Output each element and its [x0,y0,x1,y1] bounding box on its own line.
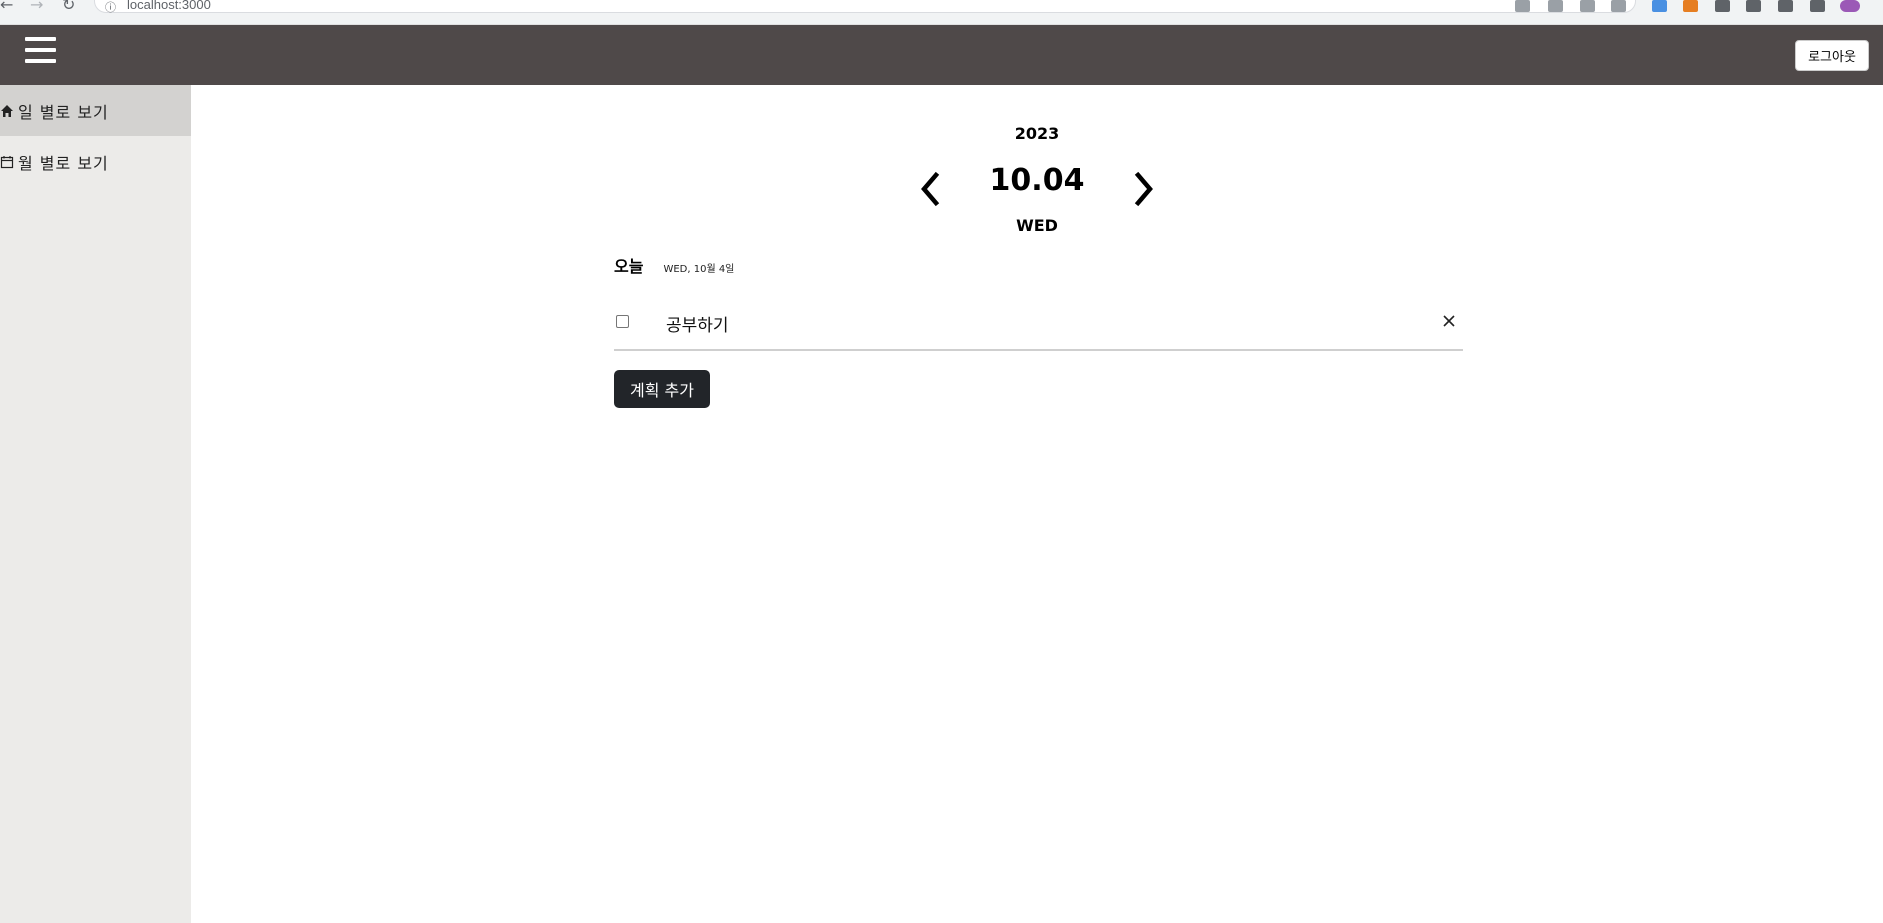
sidebar-item-daily[interactable]: 일 별로 보기 [0,85,191,136]
today-date-sub: WED, 10월 4일 [663,264,735,275]
logout-button[interactable]: 로그아웃 [1795,40,1869,71]
calendar-icon [0,155,14,169]
todo-item: 공부하기 [614,295,1463,351]
sidebar-item-label: 월 별로 보기 [18,153,109,173]
year-label: 2023 [1014,124,1060,143]
sidebar: 일 별로 보기 월 별로 보기 [0,85,191,923]
next-day-button[interactable] [1128,171,1158,207]
date-navigator: 10.04 [191,163,1883,207]
share-icon[interactable] [1580,0,1595,12]
profile-avatar[interactable] [1840,0,1860,12]
close-icon [1443,315,1455,327]
lens-icon[interactable] [1548,0,1563,12]
home-icon [0,104,14,118]
chevron-right-icon [1134,171,1153,207]
site-info-icon[interactable]: ⓘ [105,0,116,15]
add-plan-button[interactable]: 계획 추가 [614,370,710,408]
sidebar-item-monthly[interactable]: 월 별로 보기 [0,136,191,187]
menu-icon[interactable] [25,37,57,67]
app-header: 로그아웃 [0,25,1883,85]
sidepanel-icon[interactable] [1810,0,1825,12]
address-bar[interactable]: ⓘ localhost:3000 [94,0,1636,15]
reload-icon[interactable]: ↻ [62,0,75,14]
extension-icon[interactable] [1715,0,1730,12]
current-date: 10.04 [989,163,1085,198]
weekday-label: WED [1016,216,1058,235]
browser-toolbar: ← → ↻ ⓘ localhost:3000 [0,0,1883,25]
main-content: 2023 10.04 WED 오늘 WED, 10월 4일 공부하기 계획 추가 [191,85,1883,923]
delete-todo-button[interactable] [1440,312,1458,330]
star-icon[interactable] [1611,0,1626,12]
key-icon[interactable] [1515,0,1530,12]
today-header: 오늘 WED, 10월 4일 [614,253,734,277]
todo-checkbox[interactable] [616,315,629,328]
puzzle-icon[interactable] [1746,0,1761,12]
media-icon[interactable] [1778,0,1793,12]
extension-icon[interactable] [1683,0,1698,12]
extension-icon[interactable] [1652,0,1667,12]
back-arrow-icon[interactable]: ← [0,0,13,14]
today-label: 오늘 [614,257,644,276]
address-url: localhost:3000 [127,0,211,12]
sidebar-item-label: 일 별로 보기 [18,102,109,122]
forward-arrow-icon[interactable]: → [30,0,43,14]
todo-text: 공부하기 [666,316,729,336]
